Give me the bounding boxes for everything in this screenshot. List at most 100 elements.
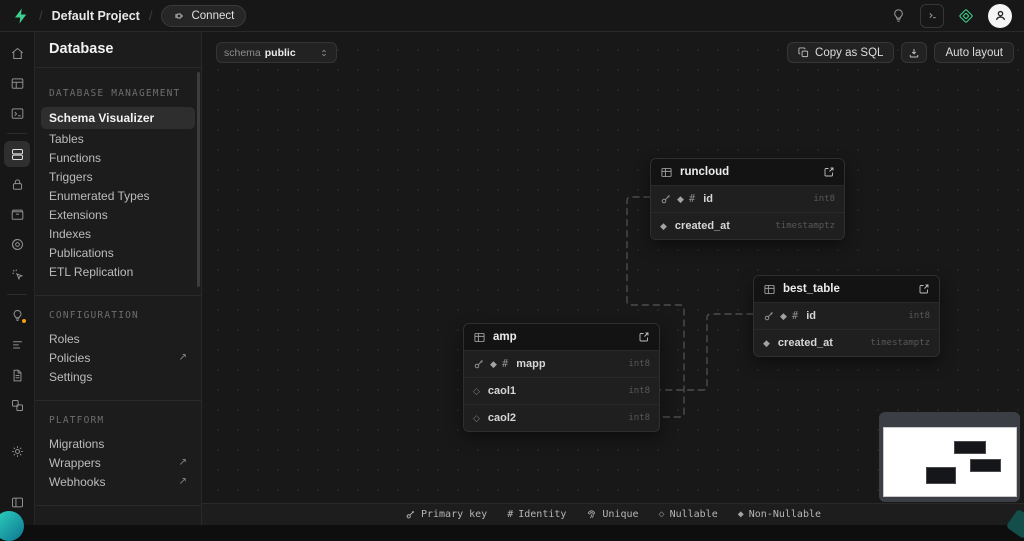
sidebar-item-roles[interactable]: Roles — [49, 329, 187, 348]
column-row[interactable]: ◆ # mapp int8 — [464, 350, 659, 377]
legend-unique: Unique — [586, 509, 638, 520]
minimap-viewport[interactable] — [883, 427, 1017, 497]
primary-key-icon — [405, 509, 416, 520]
non-nullable-icon: ◆ — [738, 510, 744, 520]
schema-visualizer-canvas[interactable]: schema public Copy as SQL Auto layout — [202, 32, 1024, 525]
storage-icon[interactable] — [4, 201, 30, 227]
sidebar-divider — [35, 400, 201, 401]
unique-fingerprint-icon — [586, 509, 597, 520]
legend-non-nullable: ◆ Non-Nullable — [738, 509, 821, 520]
section-heading-configuration: CONFIGURATION — [49, 310, 187, 321]
minimap-node-amp — [926, 467, 956, 484]
nav-rail — [0, 32, 35, 525]
sidebar-item-extensions[interactable]: Extensions — [49, 205, 187, 224]
identity-icon: # — [507, 509, 513, 520]
sidebar-item-schema-visualizer[interactable]: Schema Visualizer — [41, 107, 195, 129]
open-table-icon[interactable] — [918, 283, 930, 295]
sidebar-divider — [35, 295, 201, 296]
table-name: runcloud — [680, 166, 729, 178]
settings-gear-icon[interactable] — [4, 438, 30, 464]
column-name: created_at — [778, 337, 833, 349]
column-type: timestamptz — [870, 338, 930, 348]
user-avatar[interactable] — [988, 4, 1012, 28]
sidebar-item-publications[interactable]: Publications — [49, 243, 187, 262]
non-nullable-icon: ◆ — [660, 222, 667, 231]
column-row[interactable]: ◇ caol1 int8 — [464, 377, 659, 404]
legend-identity: # Identity — [507, 509, 566, 520]
edge-besttable-amp — [660, 314, 753, 390]
primary-key-icon — [660, 193, 672, 205]
sidebar-item-etl-replication[interactable]: ETL Replication — [49, 262, 187, 281]
feedback-lightbulb-icon[interactable] — [886, 4, 910, 28]
auth-lock-icon[interactable] — [4, 171, 30, 197]
schema-select[interactable]: schema public — [216, 42, 337, 63]
table-node-runcloud[interactable]: runcloud ◆ # id int8 ◆ created_at timest… — [650, 158, 845, 240]
advisors-icon[interactable] — [4, 302, 30, 328]
table-name: amp — [493, 331, 517, 343]
sidebar-item-indexes[interactable]: Indexes — [49, 224, 187, 243]
auto-layout-label: Auto layout — [945, 47, 1003, 59]
copy-as-sql-button[interactable]: Copy as SQL — [787, 42, 894, 63]
copy-icon — [798, 47, 809, 58]
assistant-icon[interactable] — [954, 4, 978, 28]
api-docs-icon[interactable] — [4, 362, 30, 388]
download-icon — [908, 47, 920, 59]
column-name: mapp — [516, 358, 545, 370]
column-name: caol1 — [488, 385, 516, 397]
home-icon[interactable] — [4, 40, 30, 66]
sidebar-item-functions[interactable]: Functions — [49, 148, 187, 167]
table-icon — [660, 166, 673, 179]
assistant-bubble-partial[interactable] — [0, 511, 24, 541]
sidebar-item-triggers[interactable]: Triggers — [49, 167, 187, 186]
sidebar-item-policies[interactable]: Policies↗ — [49, 348, 187, 367]
column-name: created_at — [675, 220, 730, 232]
rail-divider — [7, 133, 27, 134]
column-name: id — [806, 310, 816, 322]
table-icon — [763, 283, 776, 296]
edge-functions-icon[interactable] — [4, 231, 30, 257]
open-table-icon[interactable] — [638, 331, 650, 343]
table-icon — [473, 331, 486, 344]
sidebar-item-wrappers[interactable]: Wrappers↗ — [49, 453, 187, 472]
minimap-node-best-table — [970, 459, 1001, 472]
non-nullable-icon: ◆ — [780, 312, 787, 321]
integrations-icon[interactable] — [4, 392, 30, 418]
table-editor-icon[interactable] — [4, 70, 30, 96]
sidebar-item-webhooks[interactable]: Webhooks↗ — [49, 472, 187, 491]
auto-layout-button[interactable]: Auto layout — [934, 42, 1014, 63]
schema-select-label: schema — [224, 47, 261, 59]
logs-icon[interactable] — [4, 332, 30, 358]
breadcrumb-project[interactable]: Default Project — [52, 9, 140, 23]
identity-icon: # — [792, 310, 798, 322]
column-row[interactable]: ◆ # id int8 — [651, 185, 844, 212]
column-row[interactable]: ◆ # id int8 — [754, 302, 939, 329]
database-icon[interactable] — [4, 141, 30, 167]
sidebar-item-tables[interactable]: Tables — [49, 129, 187, 148]
nullable-icon: ◇ — [473, 387, 480, 396]
legend-bar: Primary key # Identity Unique ◇ Nullable… — [202, 503, 1024, 525]
table-node-best-table[interactable]: best_table ◆ # id int8 ◆ created_at time… — [753, 275, 940, 357]
column-type: timestamptz — [775, 221, 835, 231]
column-row[interactable]: ◆ created_at timestamptz — [754, 329, 939, 356]
section-heading-platform: PLATFORM — [49, 415, 187, 426]
supabase-logo-icon[interactable] — [12, 7, 30, 25]
column-row[interactable]: ◇ caol2 int8 — [464, 404, 659, 431]
table-name: best_table — [783, 283, 840, 295]
open-table-icon[interactable] — [823, 166, 835, 178]
sidebar-item-migrations[interactable]: Migrations — [49, 434, 187, 453]
external-link-icon: ↗ — [179, 352, 187, 363]
sidebar-scrollbar[interactable] — [197, 72, 200, 287]
table-node-amp[interactable]: amp ◆ # mapp int8 ◇ caol1 int8 ◇ c — [463, 323, 660, 432]
sidebar-item-settings[interactable]: Settings — [49, 367, 187, 386]
breadcrumb-separator: / — [149, 8, 153, 23]
column-type: int8 — [908, 311, 930, 321]
column-row[interactable]: ◆ created_at timestamptz — [651, 212, 844, 239]
command-terminal-icon[interactable] — [920, 4, 944, 28]
sql-editor-icon[interactable] — [4, 100, 30, 126]
realtime-icon[interactable] — [4, 261, 30, 287]
sidebar-item-enumerated-types[interactable]: Enumerated Types — [49, 186, 187, 205]
minimap[interactable] — [879, 412, 1020, 502]
non-nullable-icon: ◆ — [490, 360, 497, 369]
download-schema-button[interactable] — [901, 42, 927, 63]
connect-button[interactable]: Connect — [161, 5, 246, 27]
